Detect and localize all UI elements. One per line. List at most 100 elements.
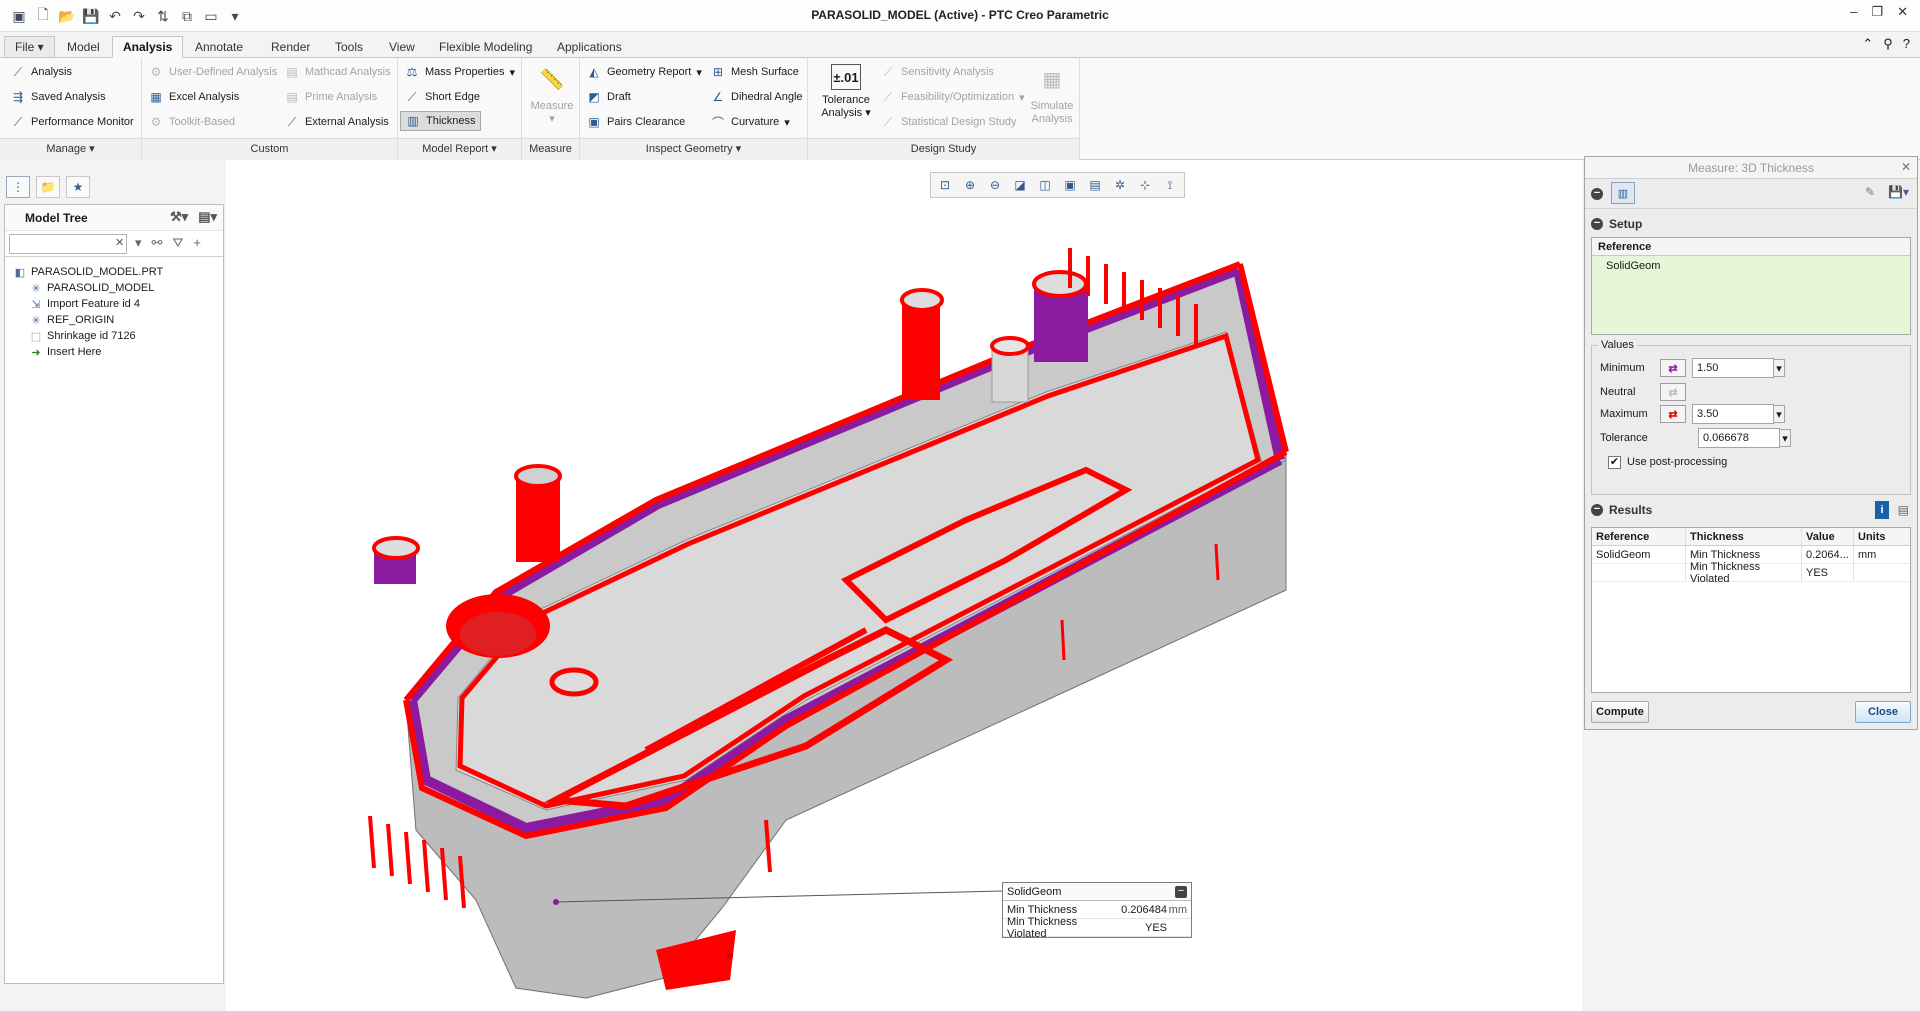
close-icon[interactable]: ✕: [1897, 4, 1908, 20]
save-analysis-icon[interactable]: 💾▾: [1888, 185, 1909, 199]
maximum-color-swatch[interactable]: ⇄: [1660, 405, 1686, 423]
measure-button[interactable]: 📏 Measure ▾: [522, 64, 582, 126]
table-row[interactable]: Min Thickness Violated YES: [1592, 561, 1910, 585]
tab-file[interactable]: File ▾: [4, 36, 55, 58]
help-icon[interactable]: ?: [1903, 36, 1910, 52]
statistical-design-study-button[interactable]: ⟋ Statistical Design Study: [880, 112, 1017, 132]
dialog-close-icon[interactable]: ✕: [1901, 160, 1911, 174]
collapse-toolbar-icon[interactable]: −: [1591, 188, 1603, 200]
tab-model[interactable]: Model: [56, 36, 111, 58]
tree-item-insert-here[interactable]: ➜ Insert Here: [29, 343, 101, 361]
copy-results-icon[interactable]: ▤: [1898, 503, 1909, 517]
reference-value[interactable]: SolidGeom: [1606, 260, 1660, 272]
simulate-icon: ▦: [1042, 68, 1062, 91]
ribbon: ⟋ Analysis ⇶ Saved Analysis ⟋ Performance M…: [0, 58, 1920, 160]
minimum-color-swatch[interactable]: ⇄: [1660, 359, 1686, 377]
user-defined-analysis-button[interactable]: ⚙ User-Defined Analysis: [148, 62, 278, 82]
favorites-tab-icon[interactable]: ★: [66, 176, 90, 198]
external-analysis-button[interactable]: ⟋ External Analysis: [284, 112, 389, 132]
thickness-button[interactable]: ▥ Thickness: [400, 111, 481, 131]
filter-icon[interactable]: ⛛: [172, 235, 183, 251]
model-tree-tab-icon[interactable]: ⋮: [6, 176, 30, 198]
measure-3d-thickness-dialog: Measure: 3D Thickness ✕ − ▥ ✎ 💾▾ − Setup R…: [1584, 156, 1918, 730]
results-section-header[interactable]: − Results: [1591, 501, 1652, 519]
thickness-annotation-note[interactable]: SolidGeom − Min Thickness 0.206484 mm Min T…: [1002, 882, 1192, 940]
design-study-group-label: Design Study: [808, 138, 1079, 160]
compute-button[interactable]: Compute: [1591, 701, 1649, 723]
title-bar: ▣ 🗋 📂 💾 ↶ ↷ ⇅ ⧉ ▭ ▾ PARASOLID_MODEL (Act…: [0, 0, 1920, 32]
maximum-input[interactable]: 3.50 ▾: [1692, 404, 1785, 424]
toolkit-based-button[interactable]: ⚙ Toolkit-Based: [148, 112, 235, 132]
neutral-color-swatch[interactable]: ⇄: [1660, 383, 1686, 401]
manage-group-label[interactable]: Manage ▾: [0, 138, 141, 160]
results-table: Reference Thickness Value Units SolidGeo…: [1591, 527, 1911, 693]
maximum-dropdown-icon[interactable]: ▾: [1773, 405, 1785, 423]
inspect-geometry-group-label[interactable]: Inspect Geometry ▾: [580, 138, 807, 160]
model-report-group-label[interactable]: Model Report ▾: [398, 138, 521, 160]
reference-collector[interactable]: Reference SolidGeom: [1591, 237, 1911, 335]
chevron-down-icon: ▾: [509, 66, 516, 79]
values-group: Values Minimum ⇄ 1.50 ▾ Neutral ⇄ Maximum…: [1591, 339, 1911, 495]
collapse-ribbon-icon[interactable]: ⌃: [1862, 36, 1873, 52]
saved-analysis-button[interactable]: ⇶ Saved Analysis: [10, 87, 106, 107]
close-button[interactable]: Close: [1855, 701, 1911, 723]
short-edge-button[interactable]: ⟋ Short Edge: [404, 87, 480, 107]
find-icon[interactable]: ⚯: [152, 235, 163, 251]
tolerance-input[interactable]: 0.066678 ▾: [1698, 428, 1791, 448]
excel-analysis-button[interactable]: ▦ Excel Analysis: [148, 87, 239, 107]
info-icon[interactable]: i: [1875, 501, 1889, 519]
navigator-panel: ⋮ 📁 ★ Model Tree ⚒▾ ▤▾ ✕ ▾ ⚯ ⛛ + ◧ PARASO…: [0, 172, 225, 995]
minimize-icon[interactable]: –: [1850, 4, 1857, 20]
tree-settings-icon[interactable]: ⚒▾: [170, 209, 188, 225]
feasibility-optimization-button[interactable]: ⟋ Feasibility/Optimization ▾: [880, 87, 1025, 107]
tab-render[interactable]: Render: [260, 36, 321, 58]
performance-monitor-button[interactable]: ⟋ Performance Monitor: [10, 112, 134, 132]
pairs-clearance-button[interactable]: ▣ Pairs Clearance: [586, 112, 685, 132]
clear-search-icon[interactable]: ✕: [115, 236, 124, 249]
chevron-down-icon: ▾: [865, 107, 871, 119]
group-inspect-geometry: ◭ Geometry Report ▾ ◩ Draft ▣ Pairs Clearanc…: [580, 58, 808, 160]
search-options-icon[interactable]: ▾: [135, 235, 142, 251]
post-processing-row: ✔ Use post-processing: [1608, 455, 1728, 469]
chevron-down-icon: ▾: [696, 66, 702, 79]
collapse-note-icon[interactable]: −: [1175, 885, 1187, 898]
sensitivity-analysis-button[interactable]: ⟋ Sensitivity Analysis: [880, 62, 994, 82]
geometry-report-icon: ◭: [589, 65, 599, 79]
mass-properties-button[interactable]: ⚖ Mass Properties ▾: [404, 62, 515, 82]
tab-analysis[interactable]: Analysis: [112, 36, 184, 58]
geometry-report-button[interactable]: ◭ Geometry Report ▾: [586, 62, 702, 82]
model-tree-search-input[interactable]: [9, 234, 127, 254]
minimum-input[interactable]: 1.50 ▾: [1692, 358, 1785, 378]
chevron-down-icon: ▾: [784, 116, 790, 129]
curvature-button[interactable]: ⌒ Curvature ▾: [710, 112, 790, 132]
thickness-model-view: [368, 248, 1289, 999]
setup-section-header[interactable]: − Setup: [1591, 215, 1642, 233]
graphics-window[interactable]: ⊡ ⊕ ⊖ ◪ ◫ ▣ ▤ ✲ ⊹ ⟟ SolidGeom − Min Thic…: [226, 160, 1582, 1011]
search-icon[interactable]: ⚲: [1883, 36, 1893, 52]
add-icon[interactable]: +: [193, 235, 201, 251]
tab-annotate[interactable]: Annotate: [184, 36, 254, 58]
tolerance-analysis-button[interactable]: ±.01 Tolerance Analysis ▾: [816, 64, 876, 120]
model-tree: Model Tree ⚒▾ ▤▾ ✕ ▾ ⚯ ⛛ + ◧ PARASOLID_MO…: [4, 204, 224, 984]
post-processing-checkbox[interactable]: ✔: [1608, 455, 1621, 469]
3d-thickness-icon[interactable]: ▥: [1611, 182, 1635, 204]
tab-view[interactable]: View: [378, 36, 426, 58]
folder-browser-tab-icon[interactable]: 📁: [36, 176, 60, 198]
group-manage: ⟋ Analysis ⇶ Saved Analysis ⟋ Performance M…: [0, 58, 142, 160]
draft-button[interactable]: ◩ Draft: [586, 87, 631, 107]
prime-analysis-button[interactable]: ▤ Prime Analysis: [284, 87, 377, 107]
mesh-surface-icon: ⊞: [712, 65, 724, 79]
mesh-surface-button[interactable]: ⊞ Mesh Surface: [710, 62, 799, 82]
tree-show-icon[interactable]: ▤▾: [198, 209, 217, 225]
restore-icon[interactable]: ❐: [1871, 4, 1883, 20]
brush-icon[interactable]: ✎: [1865, 185, 1875, 199]
tab-tools[interactable]: Tools: [324, 36, 374, 58]
tab-flexible-modeling[interactable]: Flexible Modeling: [428, 36, 543, 58]
analysis-button[interactable]: ⟋ Analysis: [10, 62, 72, 82]
mathcad-analysis-button[interactable]: ▤ Mathcad Analysis: [284, 62, 390, 82]
simulate-analysis-button[interactable]: ▦ Simulate Analysis: [1022, 64, 1082, 126]
minimum-dropdown-icon[interactable]: ▾: [1773, 359, 1785, 377]
dihedral-angle-button[interactable]: ∠ Dihedral Angle: [710, 87, 803, 107]
tolerance-dropdown-icon[interactable]: ▾: [1779, 429, 1791, 447]
tab-applications[interactable]: Applications: [546, 36, 633, 58]
